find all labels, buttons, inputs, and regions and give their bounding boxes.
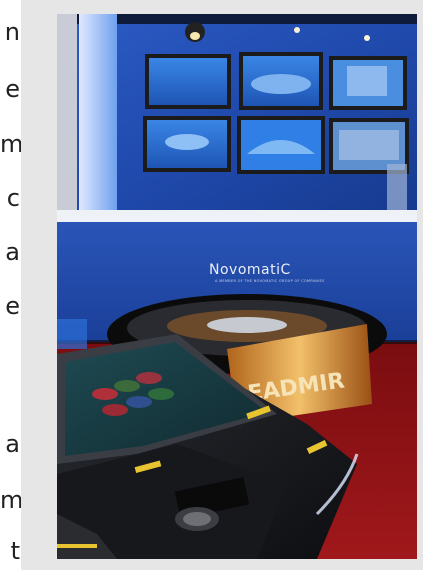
text-fragment: a xyxy=(5,238,20,266)
text-fragment: m xyxy=(0,130,24,158)
light-column xyxy=(79,14,117,224)
brand-tagline: A MEMBER OF THE NOVOMATIC GROUP OF COMPA… xyxy=(215,279,325,283)
casino-booth-photo: NovomatiC A MEMBER OF THE NOVOMATIC GROU… xyxy=(57,14,417,559)
photo-illustration: NovomatiC A MEMBER OF THE NOVOMATIC GROU… xyxy=(57,14,417,559)
text-fragment: e xyxy=(5,75,20,103)
text-fragment: a xyxy=(5,430,20,458)
text-fragment: t xyxy=(10,537,20,565)
photo-frame: NovomatiC A MEMBER OF THE NOVOMATIC GROU… xyxy=(21,0,423,570)
text-fragment: m xyxy=(0,486,24,514)
text-fragment: e xyxy=(5,292,20,320)
page-text-column: n e m c a e a m t xyxy=(0,0,24,570)
text-fragment: c xyxy=(6,184,20,212)
counter-top xyxy=(57,210,417,222)
text-fragment: n xyxy=(4,18,20,46)
brand-logo: NovomatiC xyxy=(209,262,291,278)
